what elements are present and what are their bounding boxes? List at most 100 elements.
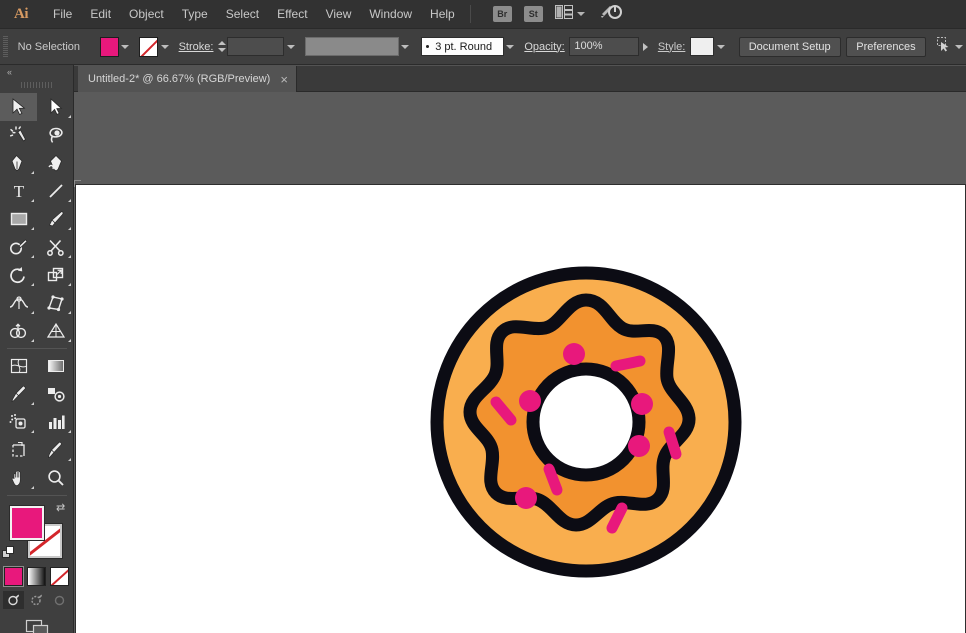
rotate-tool[interactable]	[0, 261, 37, 289]
tool-flyout-indicator	[31, 283, 34, 286]
scissors-tool[interactable]	[37, 233, 74, 261]
document-tab-title: Untitled-2* @ 66.67% (RGB/Preview)	[88, 73, 270, 85]
line-segment-tool[interactable]	[37, 177, 74, 205]
color-fill-mode[interactable]	[4, 567, 23, 586]
sprinkle-dash	[616, 361, 640, 366]
menu-divider	[470, 5, 471, 23]
shape-builder-tool[interactable]	[0, 317, 37, 345]
none-fill-mode[interactable]	[50, 567, 69, 586]
style-label[interactable]: Style:	[658, 41, 686, 53]
magic-wand-tool[interactable]	[0, 121, 37, 149]
lasso-tool[interactable]	[37, 121, 74, 149]
stock-icon[interactable]: St	[524, 6, 543, 22]
eyedropper-tool[interactable]	[0, 380, 37, 408]
canvas-area[interactable]	[74, 92, 966, 633]
fill-stroke-proxy: ⇄	[0, 503, 74, 565]
document-tab[interactable]: Untitled-2* @ 66.67% (RGB/Preview) ×	[78, 66, 297, 92]
symbol-sprayer-tool[interactable]	[0, 408, 37, 436]
mesh-tool[interactable]	[0, 352, 37, 380]
artboard-ruler-origin	[74, 180, 81, 187]
menu-window[interactable]: Window	[360, 0, 421, 29]
tool-flyout-indicator	[31, 171, 34, 174]
close-icon[interactable]: ×	[280, 73, 288, 86]
menu-effect[interactable]: Effect	[268, 0, 316, 29]
donut-illustration[interactable]	[426, 262, 746, 582]
artboard-tool[interactable]	[0, 436, 37, 464]
default-fill-stroke-icon[interactable]	[2, 546, 15, 559]
curvature-tool[interactable]	[37, 149, 74, 177]
gradient-tool[interactable]	[37, 352, 74, 380]
gradient-fill-mode[interactable]	[27, 567, 46, 586]
stroke-weight-dropdown-chevron[interactable]	[284, 37, 297, 57]
stroke-color-swatch[interactable]	[139, 37, 158, 57]
hand-tool[interactable]	[0, 464, 37, 492]
draw-inside-mode[interactable]	[49, 591, 70, 609]
tool-flyout-indicator	[31, 255, 34, 258]
default-fill-box	[6, 546, 14, 554]
menu-type[interactable]: Type	[173, 0, 217, 29]
collapse-panel-icon[interactable]: «	[0, 65, 73, 78]
control-bar: No Selection Stroke: 3 pt. Round Opacity…	[0, 29, 966, 65]
column-graph-tool[interactable]	[37, 408, 74, 436]
illustrator-window: Ai File Edit Object Type Select Effect V…	[0, 0, 966, 633]
fill-color-dropdown-chevron[interactable]	[119, 37, 132, 57]
fill-color-swatch[interactable]	[100, 37, 119, 57]
type-tool[interactable]: T	[0, 177, 37, 205]
tool-flyout-indicator	[31, 311, 34, 314]
menu-file[interactable]: File	[44, 0, 81, 29]
variable-width-profile-input[interactable]	[305, 37, 399, 56]
bridge-icon[interactable]: Br	[493, 6, 512, 22]
draw-normal-mode[interactable]	[3, 591, 24, 609]
pen-tool[interactable]	[0, 149, 37, 177]
arrange-documents-icon[interactable]	[555, 5, 573, 24]
stroke-color-dropdown-chevron[interactable]	[158, 37, 171, 57]
rectangle-tool[interactable]	[0, 205, 37, 233]
stroke-weight-stepper[interactable]	[217, 37, 227, 57]
draw-behind-mode[interactable]	[26, 591, 47, 609]
menu-object[interactable]: Object	[120, 0, 173, 29]
align-dropdown-chevron[interactable]	[953, 37, 966, 57]
menu-view[interactable]: View	[317, 0, 361, 29]
menu-select[interactable]: Select	[217, 0, 268, 29]
align-to-selection-icon[interactable]	[935, 36, 953, 57]
tool-flyout-indicator	[31, 486, 34, 489]
zoom-tool[interactable]	[37, 464, 74, 492]
stroke-weight-label[interactable]: Stroke:	[179, 41, 214, 53]
slice-tool[interactable]	[37, 436, 74, 464]
brush-definition-input[interactable]: 3 pt. Round	[421, 37, 504, 56]
sprinkle-dash	[549, 469, 557, 490]
change-screen-mode-icon[interactable]	[0, 617, 73, 633]
tools-panel-grip[interactable]	[21, 79, 53, 90]
opacity-label[interactable]: Opacity:	[524, 41, 564, 53]
menu-edit[interactable]: Edit	[81, 0, 120, 29]
tool-flyout-indicator	[31, 430, 34, 433]
stroke-weight-input[interactable]	[227, 37, 284, 56]
sprinkle-dot	[515, 487, 537, 509]
selection-tool[interactable]	[0, 93, 37, 121]
graphic-style-dropdown-chevron[interactable]	[714, 37, 727, 57]
free-transform-tool[interactable]	[37, 289, 74, 317]
graphic-style-swatch[interactable]	[690, 37, 714, 56]
shaper-tool[interactable]	[0, 233, 37, 261]
tool-flyout-indicator	[31, 402, 34, 405]
document-tab-bar: Untitled-2* @ 66.67% (RGB/Preview) ×	[74, 66, 966, 92]
opacity-input[interactable]: 100%	[569, 37, 639, 56]
fill-color-proxy[interactable]	[10, 506, 44, 540]
arrange-dropdown-chevron[interactable]	[573, 5, 585, 23]
control-bar-grip[interactable]	[3, 36, 8, 58]
blend-tool[interactable]	[37, 380, 74, 408]
preferences-button[interactable]: Preferences	[846, 37, 925, 57]
tool-flyout-indicator	[68, 458, 71, 461]
swap-fill-stroke-icon[interactable]: ⇄	[56, 503, 70, 517]
variable-width-dropdown-chevron[interactable]	[399, 37, 412, 57]
scale-tool[interactable]	[37, 261, 74, 289]
brush-definition-dropdown-chevron[interactable]	[504, 37, 517, 57]
opacity-expand-arrow[interactable]	[639, 37, 652, 56]
menu-help[interactable]: Help	[421, 0, 464, 29]
document-setup-button[interactable]: Document Setup	[739, 37, 841, 57]
paintbrush-tool[interactable]	[37, 205, 74, 233]
direct-selection-tool[interactable]	[37, 93, 74, 121]
workspace-switcher-icon[interactable]	[599, 3, 623, 26]
perspective-grid-tool[interactable]	[37, 317, 74, 345]
width-tool[interactable]	[0, 289, 37, 317]
